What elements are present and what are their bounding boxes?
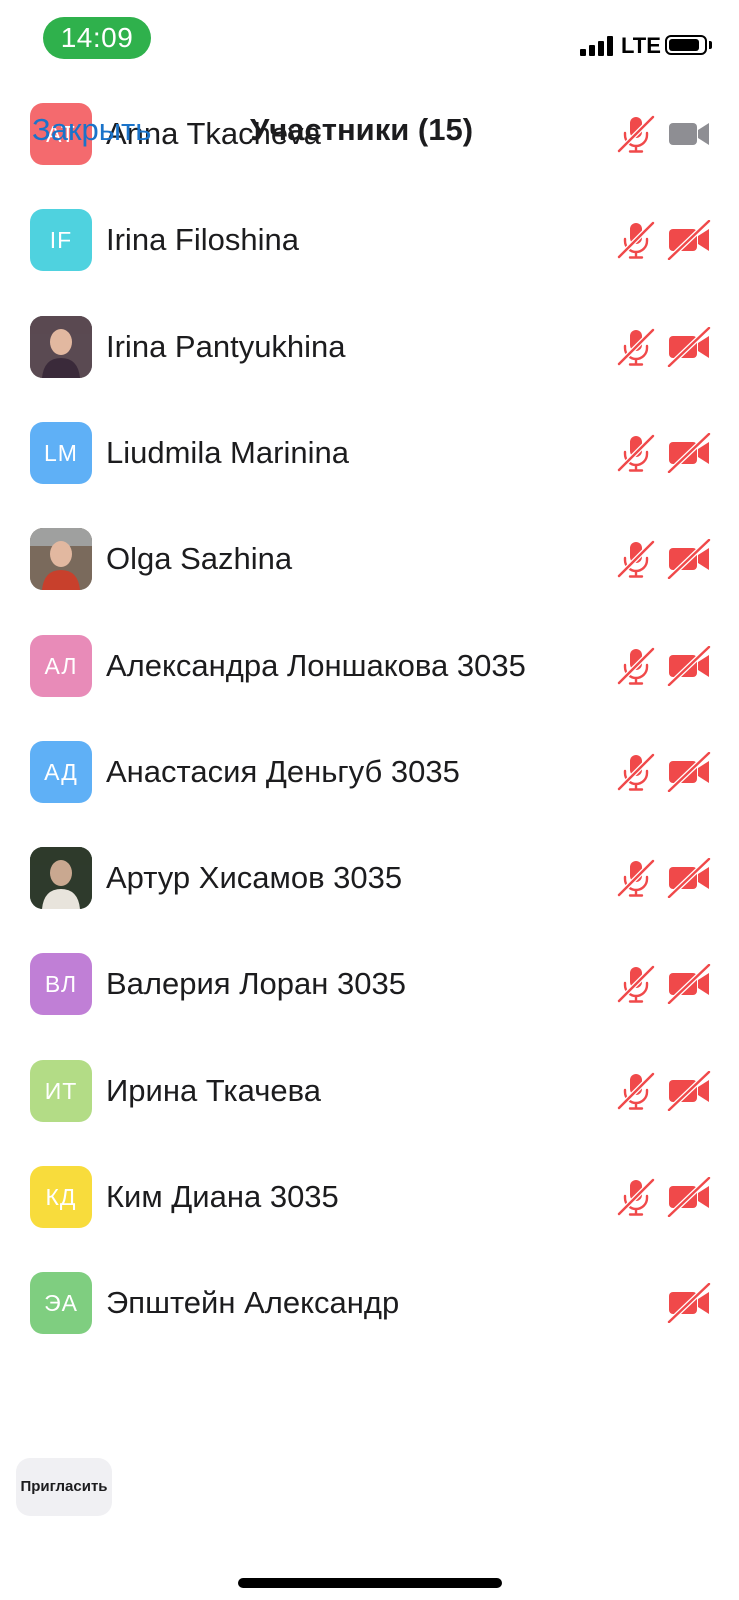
participant-row[interactable]: Olga Sazhina (0, 505, 739, 613)
participant-row[interactable]: АД Анастасия Деньгуб 3035 (0, 718, 739, 826)
avatar-initials: ИТ (30, 1059, 92, 1122)
participant-name: Ким Диана 3035 (106, 1179, 339, 1214)
participant-name: Irina Filoshina (106, 222, 299, 258)
mic-muted-icon (616, 964, 656, 1004)
participant-row[interactable]: Артур Хисамов 3035 (0, 824, 739, 932)
camera-off-icon (667, 325, 711, 368)
mic-muted-icon (616, 752, 656, 792)
camera-off-icon (667, 963, 711, 1006)
participant-name: Анастасия Деньгуб 3035 (106, 753, 460, 789)
participant-name: Ирина Ткачева (106, 1072, 321, 1108)
participant-row[interactable]: ИТ Ирина Ткачева (0, 1037, 739, 1145)
camera-off-icon (667, 857, 711, 899)
avatar-initials: ВЛ (30, 953, 92, 1016)
avatar-initials: IF (30, 209, 92, 272)
participant-row[interactable]: АЛ Александра Лоншакова 3035 (0, 612, 739, 720)
avatar-photo (30, 315, 92, 378)
camera-off-icon (667, 219, 711, 262)
home-indicator (238, 1578, 502, 1588)
participant-name: Валерия Лоран 3035 (106, 966, 406, 1002)
camera-on-icon (667, 114, 711, 154)
participant-name: Эпштейн Александр (106, 1285, 400, 1321)
avatar-initials: АЛ (30, 634, 92, 697)
participants-screen: 14:09 LTE AT Anna Tkacheva IF Irina Filoshi… (0, 0, 739, 1600)
participant-name: Irina Pantyukhina (106, 328, 346, 364)
avatar-photo (30, 847, 92, 910)
mic-muted-icon (616, 539, 656, 579)
mic-muted-icon (616, 114, 656, 154)
camera-off-icon (667, 538, 711, 580)
avatar-photo (30, 528, 92, 591)
mic-muted-icon (616, 327, 656, 367)
mic-muted-icon (616, 220, 656, 260)
page-title: Участники (15) (250, 112, 474, 147)
mic-muted-icon (616, 858, 656, 898)
participant-list: AT Anna Tkacheva IF Irina Filoshina Irina Pa… (0, 0, 739, 1600)
participant-name: Александра Лоншакова 3035 (106, 647, 526, 683)
camera-off-icon (667, 1176, 711, 1218)
mic-muted-icon (616, 1177, 656, 1217)
participant-name: Olga Sazhina (106, 541, 293, 577)
avatar-initials: КД (30, 1166, 92, 1228)
camera-off-icon (667, 1069, 711, 1112)
camera-off-icon (667, 432, 711, 474)
mic-muted-icon (616, 433, 656, 473)
participant-row[interactable]: LM Liudmila Marinina (0, 399, 739, 507)
avatar-initials: АД (30, 740, 92, 803)
invite-button[interactable]: Пригласить (16, 1458, 112, 1516)
camera-off-icon (667, 1282, 711, 1325)
mic-muted-icon (616, 1071, 656, 1111)
camera-off-icon (667, 644, 711, 687)
participant-row[interactable]: IF Irina Filoshina (0, 186, 739, 294)
camera-off-icon (667, 750, 711, 793)
participant-row[interactable]: ВЛ Валерия Лоран 3035 (0, 930, 739, 1038)
participant-name: Артур Хисамов 3035 (106, 860, 403, 896)
close-button[interactable]: Закрыть (32, 110, 151, 150)
avatar-initials: ЭА (30, 1272, 92, 1335)
mic-muted-icon (616, 646, 656, 686)
participant-row[interactable]: Irina Pantyukhina (0, 293, 739, 401)
participant-row[interactable]: ЭА Эпштейн Александр (0, 1249, 739, 1357)
participant-row[interactable]: КД Ким Диана 3035 (0, 1143, 739, 1251)
avatar-initials: LM (30, 421, 92, 484)
participant-name: Liudmila Marinina (106, 434, 349, 470)
